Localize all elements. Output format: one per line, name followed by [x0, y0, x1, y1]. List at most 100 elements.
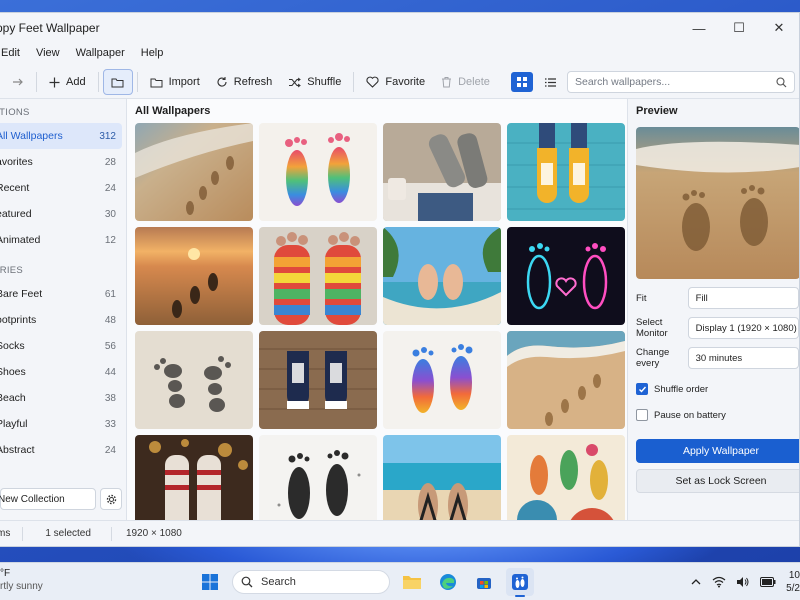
interval-select[interactable]: 30 minutes — [687, 347, 799, 369]
window-title: ppy Feet Wallpaper — [0, 21, 100, 35]
thumbnail-wool-socks-by-fire[interactable] — [383, 123, 501, 221]
set-lock-screen-button[interactable]: Set as Lock Screen — [636, 469, 799, 493]
checkbox-unchecked[interactable] — [636, 409, 648, 421]
add-button[interactable]: Add — [41, 69, 94, 95]
refresh-button[interactable]: Refresh — [208, 69, 281, 95]
toolbar: Add Import Refresh Shuffle Favorite Dele… — [0, 66, 799, 98]
interval-label: Change every — [636, 347, 670, 369]
sidebar-item-count: 33 — [104, 418, 116, 430]
minimize-button[interactable]: — — [679, 13, 719, 43]
thumbnail-footprints-at-sunset[interactable] — [135, 227, 253, 325]
open-folder-button[interactable] — [102, 69, 133, 95]
menu-help[interactable]: Help — [133, 47, 172, 59]
happy-feet-app-button[interactable] — [506, 568, 534, 597]
favorite-button[interactable]: Favorite — [358, 69, 433, 95]
file-explorer-button[interactable] — [398, 568, 426, 596]
clock[interactable]: 10 5/2 — [786, 569, 800, 595]
list-view-button[interactable] — [539, 72, 561, 92]
thumbnail-neon-footprints-heart[interactable] — [507, 227, 625, 325]
weather-temp: °F — [0, 568, 11, 579]
menu-wallpaper[interactable]: Wallpaper — [68, 47, 133, 59]
thumbnail-colorful-abstract-feet[interactable] — [507, 435, 625, 520]
taskbar: °F rtly sunny Search 10 5/2 — [0, 562, 800, 600]
sidebar-item-bare-feet[interactable]: Bare Feet 61 — [0, 281, 126, 307]
settings-button[interactable] — [100, 488, 122, 510]
sidebar-item-socks[interactable]: Socks 56 — [0, 333, 126, 359]
thumbnail-beach-footprints-sunset[interactable] — [135, 123, 253, 221]
monitor-value: Display 1 (1920 × 1080) — [695, 322, 797, 334]
monitor-select[interactable]: Display 1 (1920 × 1080) — [687, 317, 799, 339]
set-lock-screen-label: Set as Lock Screen — [675, 475, 767, 487]
sidebar-item-shoes[interactable]: Shoes 44 — [0, 359, 126, 385]
chevron-up-icon[interactable] — [690, 576, 702, 588]
start-button[interactable] — [196, 568, 224, 596]
battery-icon[interactable] — [760, 577, 776, 587]
thumbnail-christmas-socks-by-fire[interactable] — [135, 435, 253, 520]
favorite-label: Favorite — [385, 76, 426, 88]
checkbox-checked[interactable] — [636, 383, 648, 395]
gallery-panel: All Wallpapers — [127, 99, 627, 520]
system-tray: 10 5/2 — [690, 569, 800, 595]
menu-edit[interactable]: Edit — [0, 47, 28, 59]
thumbnail-yellow-sneakers-on-teal-boards[interactable] — [507, 123, 625, 221]
thumbnail-black-ink-footprints[interactable] — [259, 435, 377, 520]
thumbnail-striped-rainbow-socks[interactable] — [259, 227, 377, 325]
import-button[interactable]: Import — [142, 69, 208, 95]
new-collection-button[interactable]: New Collection — [0, 488, 96, 510]
status-bar: ms 1 selected 1920 × 1080 — [0, 520, 799, 546]
maximize-button[interactable]: ☐ — [719, 13, 759, 43]
categories-heading: ORIES — [0, 265, 24, 276]
sidebar-item-playful[interactable]: Playful 33 — [0, 411, 126, 437]
sidebar-item-label: All Wallpapers — [0, 130, 63, 142]
new-collection-label: New Collection — [0, 493, 65, 505]
sidebar-item-beach[interactable]: Beach 38 — [0, 385, 126, 411]
thumbnail-bare-feet-in-hammock[interactable] — [383, 227, 501, 325]
pause-battery-checkbox[interactable]: Pause on battery — [636, 405, 799, 425]
fit-select[interactable]: Fill — [687, 287, 799, 309]
toolbar-divider — [36, 72, 37, 92]
sidebar-item-recent[interactable]: Recent 24 — [0, 175, 126, 201]
store-button[interactable] — [470, 568, 498, 596]
sidebar-item-all-wallpapers[interactable]: All Wallpapers 312 — [0, 123, 122, 149]
menu-view[interactable]: View — [28, 47, 68, 59]
delete-button[interactable]: Delete — [433, 69, 498, 95]
weather-widget[interactable]: °F rtly sunny — [0, 567, 43, 593]
sidebar-item-animated[interactable]: Animated 12 — [0, 227, 126, 253]
thumbnail-watercolor-rainbow-footprints[interactable] — [259, 123, 377, 221]
thumbnail-beach-footprints-waves[interactable] — [507, 331, 625, 429]
sidebar-item-label: Playful — [0, 418, 28, 430]
minimize-icon: — — [692, 20, 706, 36]
thumbnail-navy-sneakers-on-wood[interactable] — [259, 331, 377, 429]
shuffle-button[interactable]: Shuffle — [280, 69, 349, 95]
forward-button[interactable] — [4, 69, 32, 95]
preview-image — [636, 127, 799, 279]
wifi-icon[interactable] — [712, 576, 726, 588]
sidebar-item-featured[interactable]: eatured 30 — [0, 201, 126, 227]
sidebar-item-footprints[interactable]: ootprints 48 — [0, 307, 126, 333]
grid-view-button[interactable] — [511, 72, 533, 92]
taskbar-search[interactable]: Search — [232, 570, 390, 594]
sidebar-item-favorites[interactable]: avorites 28 — [0, 149, 126, 175]
fit-label: Fit — [636, 292, 647, 304]
sidebar-item-abstract[interactable]: Abstract 24 — [0, 437, 126, 463]
thumbnail-pebble-footprints[interactable] — [135, 331, 253, 429]
sidebar-item-count: 44 — [104, 366, 116, 378]
sidebar-item-count: 24 — [104, 182, 116, 194]
apply-wallpaper-label: Apply Wallpaper — [682, 445, 760, 457]
apply-wallpaper-button[interactable]: Apply Wallpaper — [636, 439, 799, 463]
search-input[interactable]: Search wallpapers... — [567, 71, 795, 93]
edge-icon — [440, 574, 456, 590]
trash-icon — [442, 77, 452, 88]
maximize-icon: ☐ — [733, 20, 745, 35]
status-resolution: 1920 × 1080 — [125, 527, 182, 539]
volume-icon[interactable] — [736, 576, 750, 588]
list-view-icon — [544, 77, 556, 87]
shuffle-order-checkbox[interactable]: Shuffle order — [636, 379, 799, 399]
collections-heading: CTIONS — [0, 107, 30, 118]
close-button[interactable]: ✕ — [759, 13, 799, 43]
thumbnail-paint-splash-footprints[interactable] — [383, 331, 501, 429]
edge-browser-button[interactable] — [434, 568, 462, 596]
clock-time: 10 — [788, 570, 800, 581]
shuffle-icon — [289, 77, 302, 87]
thumbnail-flip-flops-tropical-sea[interactable] — [383, 435, 501, 520]
